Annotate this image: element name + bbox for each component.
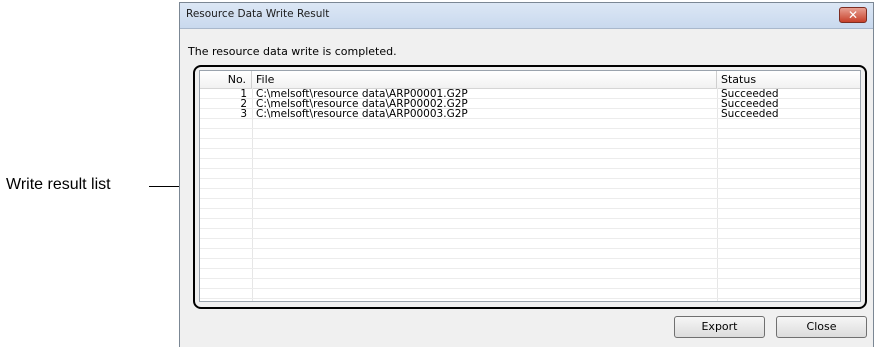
empty-row bbox=[200, 169, 860, 179]
empty-row bbox=[200, 269, 860, 279]
empty-row bbox=[200, 199, 860, 209]
empty-row bbox=[200, 229, 860, 239]
empty-row bbox=[200, 119, 860, 129]
empty-row bbox=[200, 159, 860, 169]
empty-row bbox=[200, 279, 860, 289]
empty-row bbox=[200, 189, 860, 199]
empty-row bbox=[200, 179, 860, 189]
column-header-file[interactable]: File bbox=[252, 71, 717, 88]
column-header-status[interactable]: Status bbox=[717, 71, 860, 88]
empty-row bbox=[200, 209, 860, 219]
empty-row bbox=[200, 239, 860, 249]
row-file-path: C:\melsoft\resource data\ARP00003.G2P bbox=[256, 108, 468, 120]
completion-message: The resource data write is completed. bbox=[188, 45, 397, 58]
dialog-title: Resource Data Write Result bbox=[186, 8, 330, 20]
empty-row bbox=[200, 249, 860, 259]
callout-label: Write result list bbox=[6, 176, 111, 193]
empty-row bbox=[200, 129, 860, 139]
empty-row bbox=[200, 219, 860, 229]
titlebar: Resource Data Write Result ✕ bbox=[180, 3, 873, 29]
row-number: 3 bbox=[240, 108, 247, 120]
write-result-dialog: Resource Data Write Result ✕ The resourc… bbox=[179, 2, 874, 347]
row-status: Succeeded bbox=[721, 108, 779, 120]
close-button[interactable]: Close bbox=[776, 316, 867, 338]
close-window-button[interactable]: ✕ bbox=[839, 7, 867, 23]
column-header-no[interactable]: No. bbox=[200, 71, 252, 88]
empty-row bbox=[200, 289, 860, 299]
export-button[interactable]: Export bbox=[674, 316, 765, 338]
empty-row bbox=[200, 139, 860, 149]
close-icon: ✕ bbox=[847, 8, 859, 22]
table-row[interactable]: 3 C:\melsoft\resource data\ARP00003.G2P Su… bbox=[200, 109, 860, 119]
write-result-list[interactable]: No. File Status 1 C:\melsoft\resource dat… bbox=[199, 70, 861, 302]
empty-row bbox=[200, 259, 860, 269]
list-header: No. File Status bbox=[200, 71, 860, 89]
empty-row bbox=[200, 149, 860, 159]
